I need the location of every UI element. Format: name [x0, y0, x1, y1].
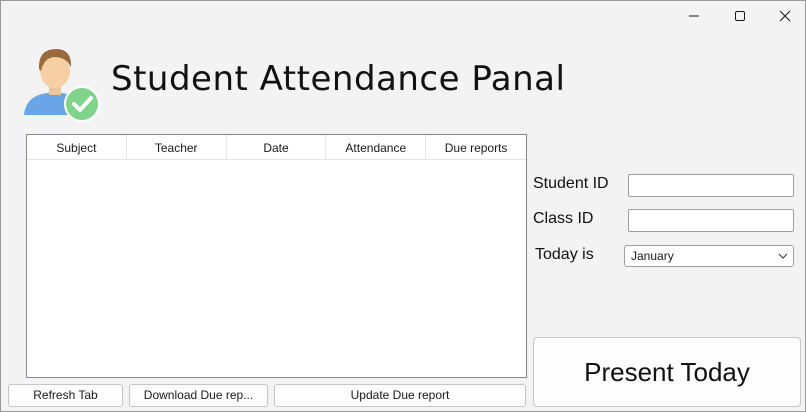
class-id-label: Class ID [533, 210, 594, 227]
minimize-icon [689, 15, 699, 17]
student-check-avatar-icon [24, 49, 100, 122]
download-due-report-button[interactable]: Download Due rep... [129, 384, 268, 407]
maximize-button[interactable] [717, 1, 763, 31]
update-due-report-button[interactable]: Update Due report [274, 384, 526, 407]
table-header: Subject Teacher Date Attendance Due repo… [27, 135, 526, 160]
student-id-input[interactable] [628, 174, 794, 197]
page-title: Student Attendance Panal [111, 59, 566, 99]
column-header-teacher[interactable]: Teacher [127, 135, 227, 160]
student-id-label: Student ID [533, 175, 609, 192]
close-icon [779, 10, 791, 22]
minimize-button[interactable] [671, 1, 717, 31]
present-today-button[interactable]: Present Today [533, 337, 801, 407]
column-header-attendance[interactable]: Attendance [326, 135, 427, 160]
maximize-icon [735, 11, 745, 21]
attendance-table[interactable]: Subject Teacher Date Attendance Due repo… [26, 134, 527, 378]
today-is-label: Today is [535, 246, 594, 263]
refresh-tab-button[interactable]: Refresh Tab [8, 384, 123, 407]
column-header-subject[interactable]: Subject [27, 135, 127, 160]
column-header-due-reports[interactable]: Due reports [426, 135, 526, 160]
month-dropdown[interactable]: January [624, 245, 794, 267]
close-button[interactable] [762, 1, 806, 31]
class-id-input[interactable] [628, 209, 794, 232]
chevron-down-icon [778, 253, 788, 259]
month-selected-value: January [631, 249, 674, 263]
column-header-date[interactable]: Date [227, 135, 327, 160]
app-window: Student Attendance Panal Subject Teacher… [0, 0, 806, 412]
